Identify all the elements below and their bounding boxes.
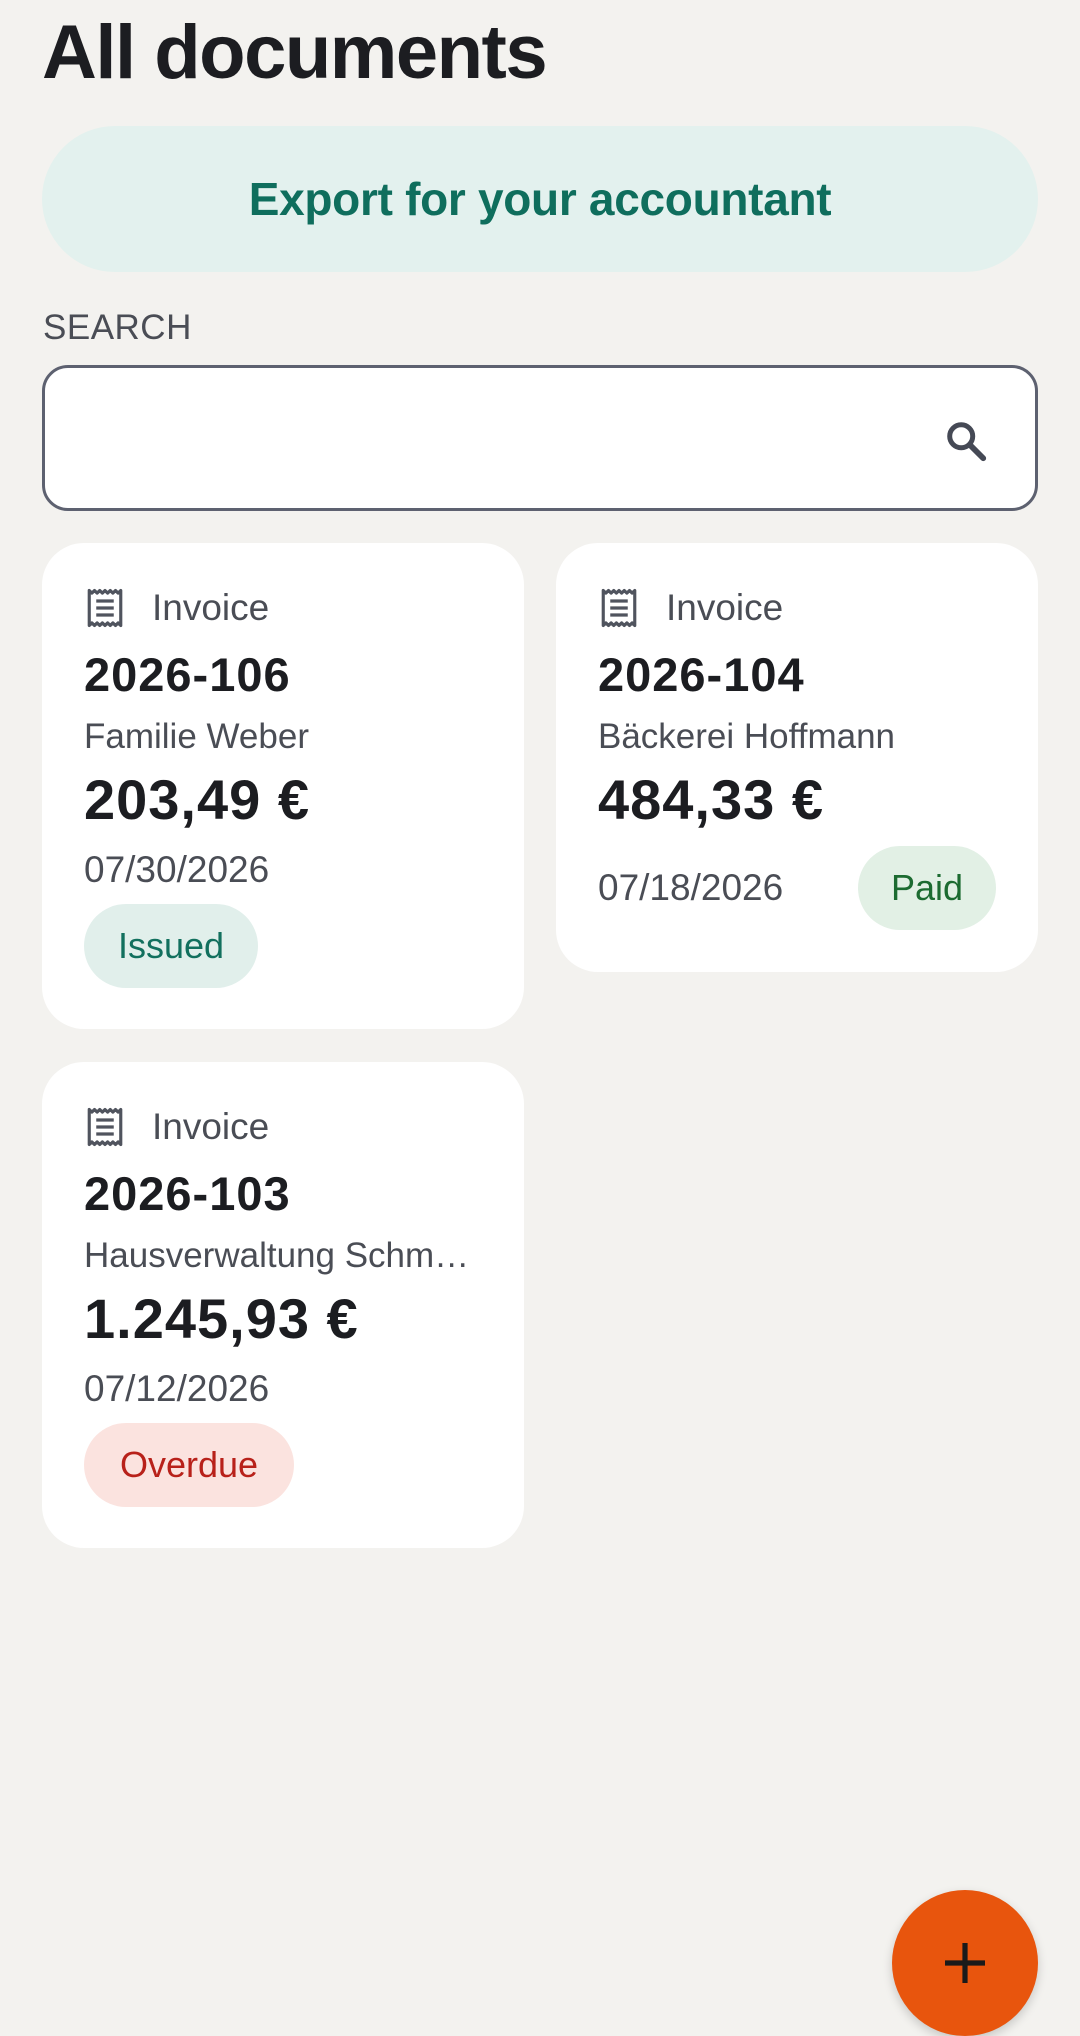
page-title: All documents: [42, 10, 548, 95]
receipt-icon: [87, 1107, 123, 1147]
card-type-row: Invoice: [598, 587, 783, 629]
document-number: 2026-103: [84, 1167, 291, 1220]
document-card[interactable]: Invoice 2026-104 Bäckerei Hoffmann 484,3…: [556, 543, 1038, 972]
add-document-button[interactable]: [892, 1890, 1038, 2036]
search-input[interactable]: [67, 390, 931, 488]
search-label: SEARCH: [43, 308, 192, 347]
document-type: Invoice: [152, 1106, 270, 1147]
document-type: Invoice: [666, 587, 784, 628]
document-date: 07/30/2026: [84, 849, 270, 890]
document-card[interactable]: Invoice 2026-103 Hausverwaltung Schm… 1.…: [42, 1062, 524, 1548]
receipt-icon: [601, 588, 637, 628]
client-name: Hausverwaltung Schm…: [84, 1236, 470, 1275]
document-date: 07/12/2026: [84, 1368, 270, 1409]
card-type-row: Invoice: [84, 1106, 269, 1148]
plus-icon: [945, 1943, 985, 1983]
status-badge: Paid: [858, 846, 996, 930]
document-amount: 203,49 €: [84, 768, 310, 831]
export-for-accountant-button[interactable]: Export for your accountant: [42, 126, 1038, 272]
document-type: Invoice: [152, 587, 270, 628]
document-number: 2026-106: [84, 648, 291, 701]
search-icon[interactable]: [943, 418, 989, 464]
status-badge: Overdue: [84, 1423, 294, 1507]
document-card[interactable]: Invoice 2026-106 Familie Weber 203,49 € …: [42, 543, 524, 1029]
document-amount: 1.245,93 €: [84, 1287, 359, 1350]
search-box: [42, 365, 1038, 511]
document-date: 07/18/2026: [598, 867, 784, 908]
status-badge: Issued: [84, 904, 258, 988]
client-name: Familie Weber: [84, 717, 309, 756]
document-amount: 484,33 €: [598, 768, 824, 831]
client-name: Bäckerei Hoffmann: [598, 717, 896, 756]
receipt-icon: [87, 588, 123, 628]
document-number: 2026-104: [598, 648, 805, 701]
card-type-row: Invoice: [84, 587, 269, 629]
